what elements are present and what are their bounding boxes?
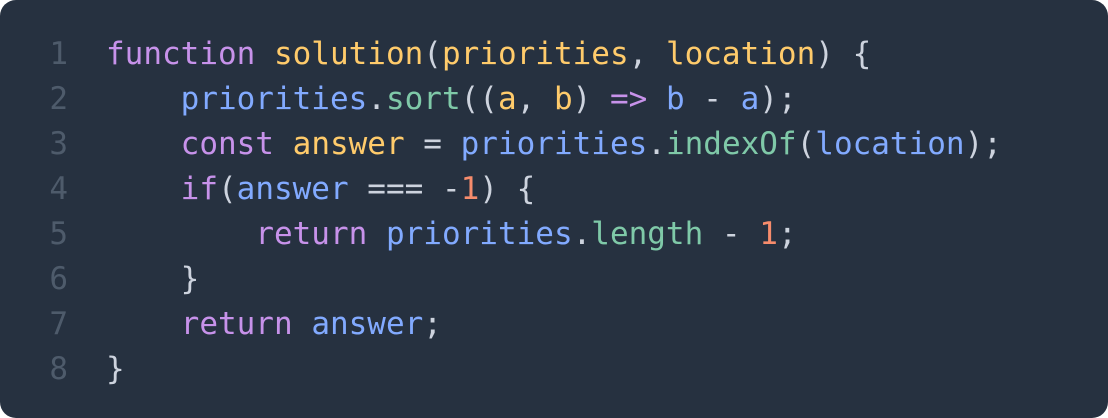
code-token-function: solution [273, 36, 424, 72]
code-token-punct: , [628, 36, 666, 72]
code-token-punct: , [516, 81, 554, 117]
code-token-method: indexOf [665, 126, 797, 162]
code-token-punct: - [684, 81, 741, 117]
code-token-punct: = [404, 126, 461, 162]
code-token-variable: priorities [385, 216, 573, 252]
line-content: } [106, 261, 200, 297]
code-token-keyword: if [180, 171, 218, 207]
line-content: const answer = priorities.indexOf(locati… [106, 126, 1002, 162]
code-line: 2 priorities.sort((a, b) => b - a); [0, 77, 1002, 122]
code-token-variable: priorities [180, 81, 368, 117]
code-token-punct: ) { [815, 36, 872, 72]
code-token-punct: ( [796, 126, 816, 162]
code-token-keyword: => [609, 81, 648, 117]
code-token-function: answer [292, 126, 405, 162]
code-token-keyword: return [180, 306, 293, 342]
code-token-variable: answer [311, 306, 424, 342]
code-token-punct: . [367, 81, 386, 117]
line-number: 7 [49, 306, 68, 342]
line-content: priorities.sort((a, b) => b - a); [106, 81, 797, 117]
line-content: } [106, 351, 125, 387]
code-token-punct: } [180, 261, 200, 297]
line-number: 5 [49, 216, 68, 252]
code-token-method: length [591, 216, 704, 252]
code-token-punct: ; [777, 216, 797, 252]
code-line: 8} [0, 347, 1002, 392]
code-token-number: 1 [759, 216, 778, 252]
code-token-variable: b [665, 81, 685, 117]
code-token-keyword: return [255, 216, 368, 252]
code-token-punct: } [106, 351, 125, 387]
code-editor: 1 function solution(priorities, location)… [0, 0, 1108, 418]
line-number: 8 [49, 351, 68, 387]
line-number: 1 [49, 36, 68, 72]
line-content: return answer; [106, 306, 442, 342]
code-token-punct: ); [964, 126, 1002, 162]
line-content: if(answer === -1) { [106, 171, 536, 207]
line-number: 6 [49, 261, 68, 297]
code-line: 5 return priorities.length - 1; [0, 212, 1002, 257]
code-token-param: location [665, 36, 816, 72]
code-token-punct: - [703, 216, 760, 252]
code-token-param: a [497, 81, 517, 117]
code-line: 4 if(answer === -1) { [0, 167, 1002, 212]
code-token-method: sort [385, 81, 461, 117]
line-content: return priorities.length - 1; [106, 216, 797, 252]
line-number: 4 [49, 171, 68, 207]
line-content: function solution(priorities, location) … [106, 36, 871, 72]
code-token-param: b [553, 81, 573, 117]
code-token-variable: a [740, 81, 760, 117]
code-token-punct: (( [460, 81, 498, 117]
code-block: 1 function solution(priorities, location)… [0, 32, 1002, 392]
code-token-variable: priorities [460, 126, 648, 162]
code-token-keyword: function [106, 36, 256, 72]
code-token-punct: ) [572, 81, 610, 117]
code-line: 3 const answer = priorities.indexOf(loca… [0, 122, 1002, 167]
code-token-variable: location [815, 126, 965, 162]
code-token-punct: ) { [479, 171, 536, 207]
code-token-punct: ( [217, 171, 237, 207]
code-token-number: 1 [460, 171, 480, 207]
line-number: 2 [49, 81, 68, 117]
line-number: 3 [49, 126, 68, 162]
code-token-variable: answer [236, 171, 349, 207]
code-token-punct: ( [423, 36, 442, 72]
code-token-punct: ); [759, 81, 797, 117]
code-line: 7 return answer; [0, 302, 1002, 347]
code-token-punct: ; [423, 306, 442, 342]
code-line: 6 } [0, 257, 1002, 302]
code-line: 1 function solution(priorities, location)… [0, 32, 1002, 77]
code-token-punct: . [647, 126, 666, 162]
code-token-param: priorities [441, 36, 629, 72]
code-token-punct: . [572, 216, 592, 252]
code-token-keyword: const [180, 126, 274, 162]
code-token-punct: === - [348, 171, 461, 207]
